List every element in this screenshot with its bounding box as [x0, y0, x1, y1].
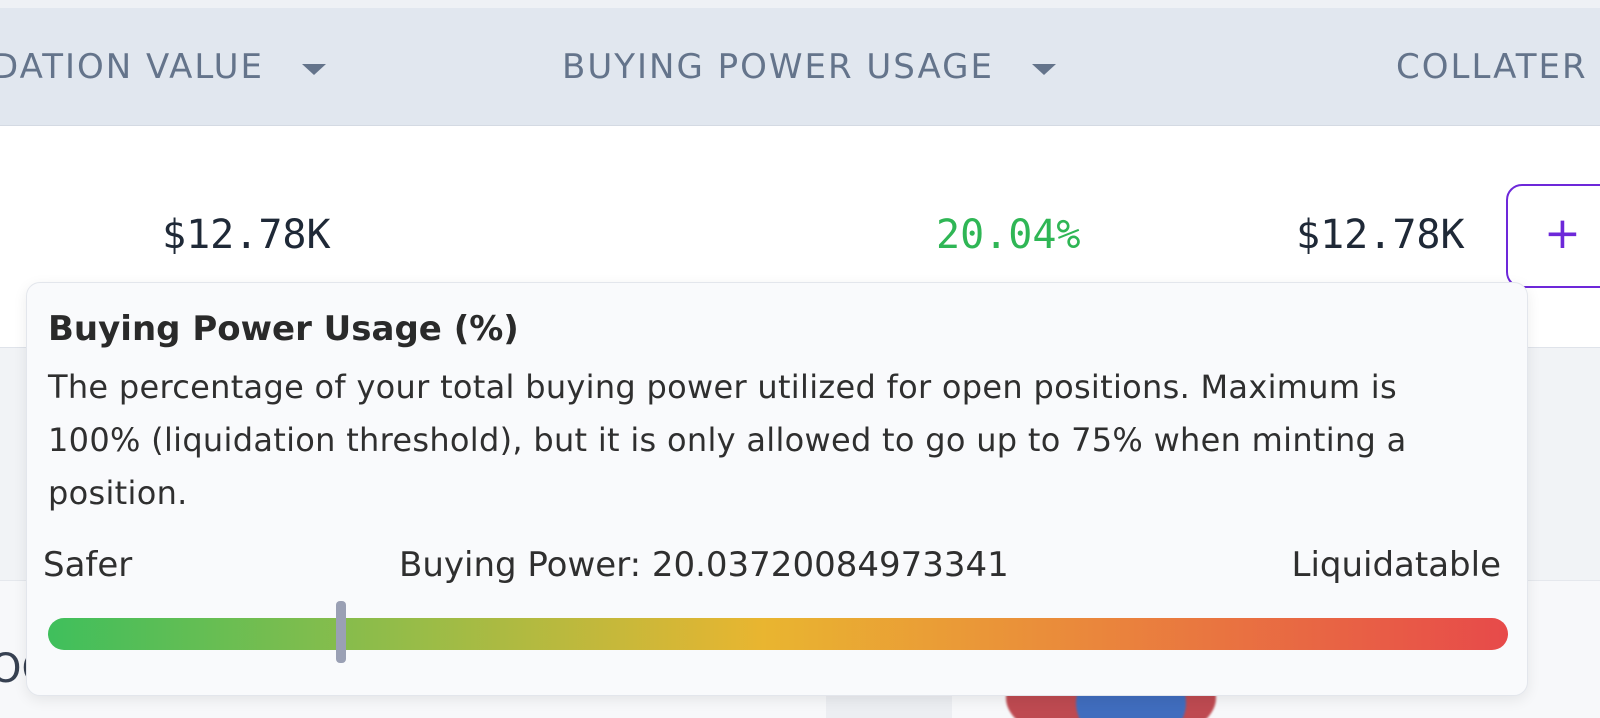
buying-power-value: Buying Power: 20.03720084973341 — [399, 545, 1009, 585]
column-header-label: DATION VALUE — [0, 47, 264, 87]
buying-power-tooltip: Buying Power Usage (%) The percentage of… — [26, 282, 1528, 696]
sort-caret-icon[interactable] — [301, 63, 326, 75]
gauge-liquidatable-label: Liquidatable — [1291, 545, 1502, 585]
collateral-cell: $12.78K — [1296, 212, 1465, 258]
gauge-safer-label: Safer — [43, 545, 133, 585]
add-collateral-button[interactable]: + — [1506, 184, 1600, 288]
buying-power-usage-cell[interactable]: 20.04% — [936, 212, 1081, 258]
table-header: DATION VALUE BUYING POWER USAGE COLLATER — [0, 0, 1600, 126]
liquidation-value-cell: $12.78K — [162, 212, 331, 258]
column-header-label: BUYING POWER USAGE — [562, 47, 994, 87]
column-header-collateral[interactable]: COLLATER — [1396, 8, 1588, 126]
tooltip-description: The percentage of your total buying powe… — [48, 368, 1407, 512]
column-header-liquidation-value[interactable]: DATION VALUE — [0, 8, 326, 126]
positions-table: DATION VALUE BUYING POWER USAGE COLLATER… — [0, 0, 1600, 718]
column-header-buying-power-usage[interactable]: BUYING POWER USAGE — [562, 8, 1056, 126]
risk-gauge — [48, 618, 1508, 650]
column-header-label: COLLATER — [1396, 47, 1588, 87]
sort-caret-icon[interactable] — [1031, 63, 1056, 75]
tooltip-title: Buying Power Usage (%) — [48, 309, 519, 349]
gauge-marker — [335, 601, 346, 663]
